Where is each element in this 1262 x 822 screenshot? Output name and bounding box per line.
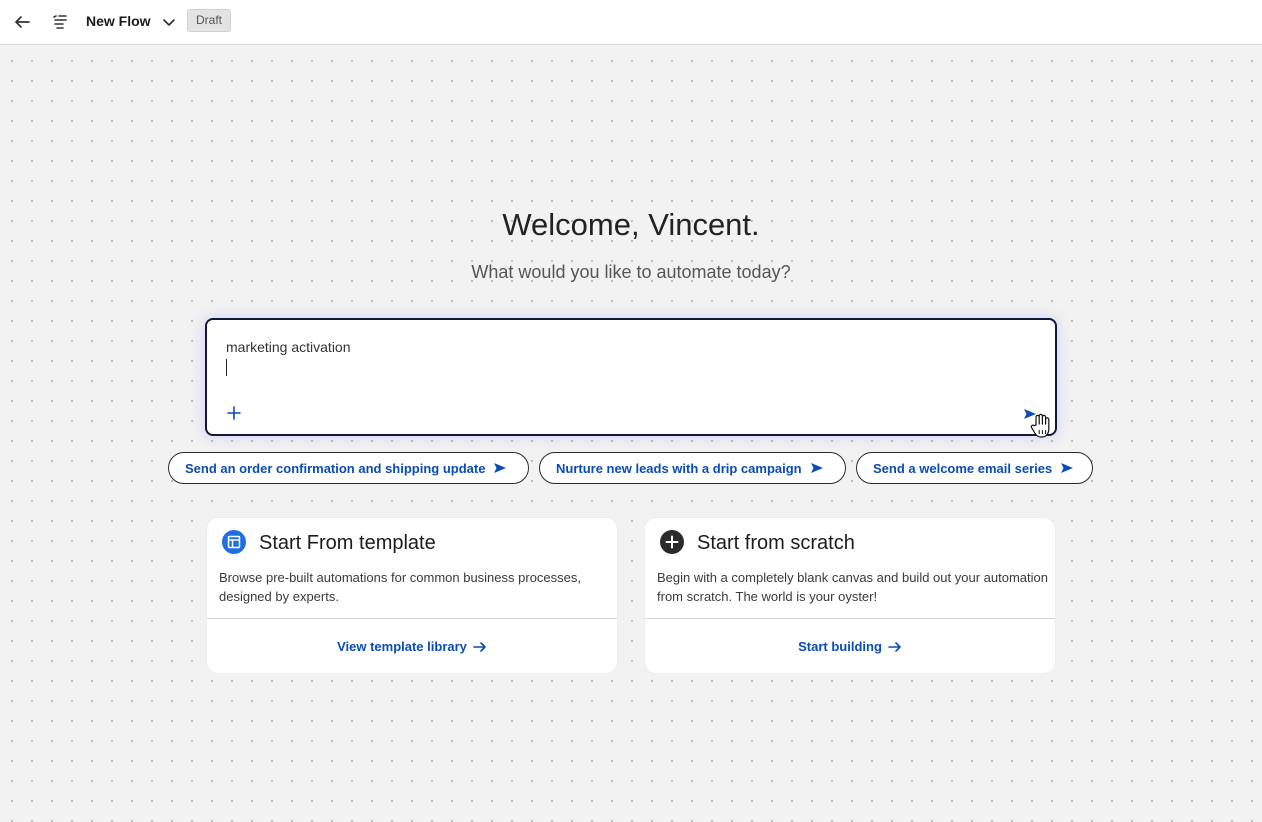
card-link-label: Start building: [798, 639, 882, 654]
card-divider: [645, 618, 1055, 619]
suggestion-chip-label: Send a welcome email series: [873, 460, 1053, 476]
send-icon: [493, 462, 507, 474]
send-icon: [810, 462, 824, 474]
card-divider: [207, 618, 617, 619]
card-title: Start From template: [259, 532, 436, 554]
flow-list-icon[interactable]: [48, 10, 72, 34]
suggestion-chip[interactable]: Send a welcome email series: [856, 452, 1093, 484]
suggestion-chip[interactable]: Send an order confirmation and shipping …: [168, 452, 529, 484]
view-template-library-link[interactable]: View template library: [207, 639, 617, 657]
start-building-link[interactable]: Start building: [645, 639, 1055, 657]
suggestion-chip[interactable]: Nurture new leads with a drip campaign: [539, 452, 846, 484]
start-from-scratch-card: Start from scratch Begin with a complete…: [644, 517, 1056, 674]
top-bar: New Flow Draft: [0, 0, 1262, 45]
prompt-input[interactable]: marketing activation: [205, 318, 1057, 436]
arrow-right-icon: [473, 641, 487, 657]
card-link-label: View template library: [337, 639, 467, 654]
hand-cursor-icon: [1030, 413, 1050, 438]
suggestion-chip-label: Nurture new leads with a drip campaign: [556, 460, 802, 476]
text-caret: [226, 359, 227, 376]
flow-title[interactable]: New Flow: [86, 12, 151, 30]
send-icon: [1060, 462, 1074, 474]
card-description: Browse pre-built automations for common …: [219, 570, 581, 604]
arrow-right-icon: [888, 641, 902, 657]
chevron-down-icon[interactable]: [157, 10, 181, 34]
plus-icon[interactable]: [225, 404, 243, 422]
card-title: Start from scratch: [697, 532, 855, 554]
start-from-template-card: Start From template Browse pre-built aut…: [206, 517, 618, 674]
welcome-subtitle: What would you like to automate today?: [471, 262, 791, 282]
prompt-text[interactable]: marketing activation: [226, 338, 351, 356]
template-icon: [222, 530, 246, 554]
welcome-heading: Welcome, Vincent.: [502, 207, 760, 242]
plus-circle-icon: [660, 530, 684, 554]
card-description: Begin with a completely blank canvas and…: [657, 570, 1048, 604]
suggestion-chip-label: Send an order confirmation and shipping …: [185, 460, 486, 476]
arrow-left-icon[interactable]: [10, 10, 34, 34]
status-badge: Draft: [187, 9, 232, 32]
